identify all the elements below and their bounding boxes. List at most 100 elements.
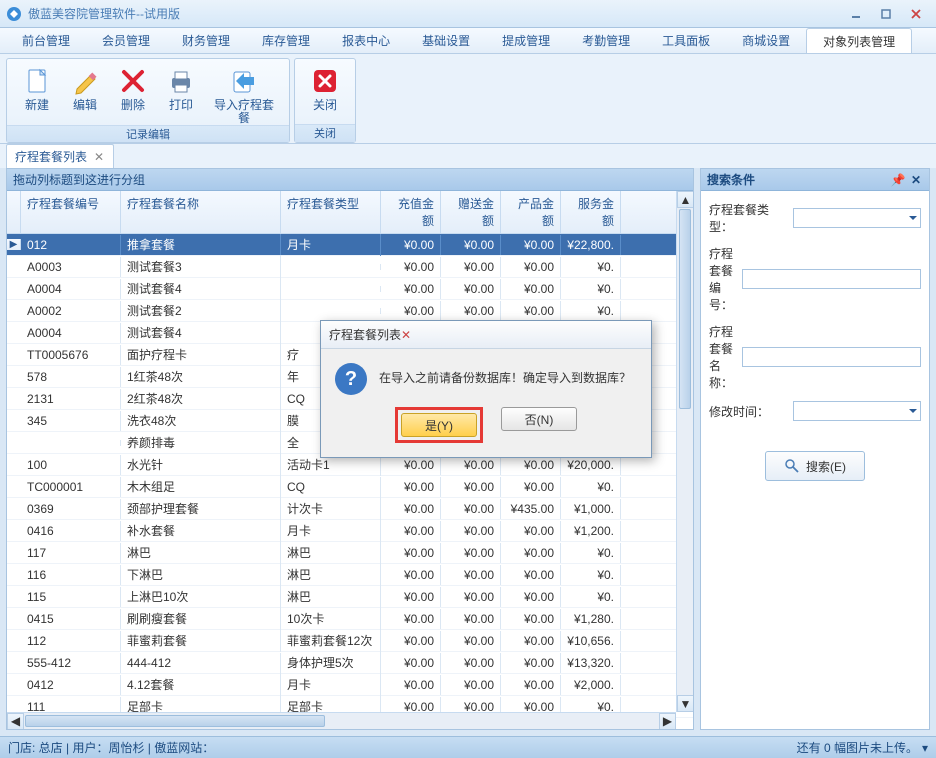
cell-amount: ¥13,320.	[561, 653, 621, 673]
cell-amount: ¥0.00	[501, 477, 561, 497]
cell-amount: ¥22,800.	[561, 235, 621, 255]
cell-name: 水光针	[121, 453, 281, 476]
dialog-titlebar[interactable]: 疗程套餐列表 ✕	[321, 321, 651, 349]
no-button[interactable]: 否(N)	[501, 407, 577, 431]
scroll-down-arrow-icon[interactable]: ▼	[677, 695, 694, 712]
scroll-right-arrow-icon[interactable]: ▶	[659, 713, 676, 730]
ribbon-btn-label: 关闭	[313, 99, 337, 112]
cell-type: 菲蜜莉套餐12次	[281, 629, 381, 652]
menu-item[interactable]: 考勤管理	[566, 28, 646, 53]
cell-type	[281, 264, 381, 270]
menu-item[interactable]: 会员管理	[86, 28, 166, 53]
import-button[interactable]: 导入疗程套餐	[209, 63, 279, 125]
document-tab[interactable]: 疗程套餐列表 ✕	[6, 144, 114, 168]
cell-id: 0369	[21, 499, 121, 519]
pin-icon[interactable]: 📌	[891, 173, 905, 187]
cell-id: 578	[21, 367, 121, 387]
table-row[interactable]: A0004测试套餐4¥0.00¥0.00¥0.00¥0.	[7, 278, 693, 300]
column-header[interactable]: 疗程套餐编号	[21, 191, 121, 233]
menu-item[interactable]: 商城设置	[726, 28, 806, 53]
vertical-scrollbar[interactable]: ▲ ▼	[676, 191, 693, 712]
group-by-hint[interactable]: 拖动列标题到这进行分组	[7, 169, 693, 191]
close-tab-icon[interactable]: ✕	[93, 151, 105, 163]
search-button-label: 搜索(E)	[806, 458, 846, 475]
table-row[interactable]: 555-412444-412身体护理5次¥0.00¥0.00¥0.00¥13,3…	[7, 652, 693, 674]
minimize-button[interactable]	[842, 5, 870, 23]
column-header[interactable]: 疗程套餐名称	[121, 191, 281, 233]
search-button[interactable]: 搜索(E)	[765, 451, 865, 481]
close-window-button[interactable]	[902, 5, 930, 23]
new-button[interactable]: 新建	[17, 63, 57, 125]
package-id-input[interactable]	[742, 269, 921, 289]
menu-item[interactable]: 报表中心	[326, 28, 406, 53]
edit-button[interactable]: 编辑	[65, 63, 105, 125]
ribbon-btn-label: 新建	[25, 99, 49, 112]
table-row[interactable]: 0415刷刷瘦套餐10次卡¥0.00¥0.00¥0.00¥1,280.	[7, 608, 693, 630]
table-row[interactable]: 116下淋巴淋巴¥0.00¥0.00¥0.00¥0.	[7, 564, 693, 586]
cell-id: TC000001	[21, 477, 121, 497]
column-header[interactable]: 产品金额	[501, 191, 561, 233]
table-row[interactable]: 0416补水套餐月卡¥0.00¥0.00¥0.00¥1,200.	[7, 520, 693, 542]
cell-name: 刷刷瘦套餐	[121, 607, 281, 630]
close-button[interactable]: 关闭	[305, 63, 345, 124]
horizontal-scrollbar[interactable]: ◀ ▶	[7, 712, 676, 729]
row-indicator: ▶	[7, 239, 21, 250]
table-row[interactable]: A0002测试套餐2¥0.00¥0.00¥0.00¥0.	[7, 300, 693, 322]
table-row[interactable]: 112菲蜜莉套餐菲蜜莉套餐12次¥0.00¥0.00¥0.00¥10,656.	[7, 630, 693, 652]
table-row[interactable]: A0003测试套餐3¥0.00¥0.00¥0.00¥0.	[7, 256, 693, 278]
menu-item[interactable]: 提成管理	[486, 28, 566, 53]
cell-amount: ¥0.	[561, 257, 621, 277]
search-panel-header: 搜索条件 📌 ✕	[701, 169, 929, 191]
menu-item[interactable]: 财务管理	[166, 28, 246, 53]
table-row[interactable]: 115上淋巴10次淋巴¥0.00¥0.00¥0.00¥0.	[7, 586, 693, 608]
delete-button[interactable]: 删除	[113, 63, 153, 125]
cell-name: 1红茶48次	[121, 365, 281, 388]
status-right: 还有 0 幅图片未上传。	[797, 739, 918, 756]
scroll-left-arrow-icon[interactable]: ◀	[7, 713, 24, 730]
menu-item[interactable]: 工具面板	[646, 28, 726, 53]
scroll-thumb[interactable]	[679, 209, 691, 409]
cell-id: 117	[21, 543, 121, 563]
menu-item[interactable]: 对象列表管理	[806, 28, 912, 53]
new-file-icon	[21, 65, 53, 97]
dialog-close-icon[interactable]: ✕	[401, 328, 411, 342]
cell-amount: ¥0.00	[381, 609, 441, 629]
cell-amount: ¥0.	[561, 279, 621, 299]
cell-amount: ¥10,656.	[561, 631, 621, 651]
yes-button[interactable]: 是(Y)	[401, 413, 477, 437]
column-header[interactable]: 服务金额	[561, 191, 621, 233]
cell-amount: ¥0.00	[441, 235, 501, 255]
scroll-up-arrow-icon[interactable]: ▲	[677, 191, 694, 208]
table-row[interactable]: 04124.12套餐月卡¥0.00¥0.00¥0.00¥2,000.	[7, 674, 693, 696]
ribbon-btn-label: 打印	[169, 99, 193, 112]
table-row[interactable]: TC000001木木组足CQ¥0.00¥0.00¥0.00¥0.	[7, 476, 693, 498]
field-label: 疗程套餐名称：	[709, 323, 736, 391]
menu-item[interactable]: 库存管理	[246, 28, 326, 53]
table-row[interactable]: ▶012推拿套餐月卡¥0.00¥0.00¥0.00¥22,800.	[7, 234, 693, 256]
menu-item[interactable]: 基础设置	[406, 28, 486, 53]
menu-item[interactable]: 前台管理	[6, 28, 86, 53]
cell-name: 淋巴	[121, 541, 281, 564]
table-row[interactable]: 0369颈部护理套餐计次卡¥0.00¥0.00¥435.00¥1,000.	[7, 498, 693, 520]
modify-time-combo[interactable]	[793, 401, 921, 421]
cell-amount: ¥0.00	[501, 587, 561, 607]
table-row[interactable]: 117淋巴淋巴¥0.00¥0.00¥0.00¥0.	[7, 542, 693, 564]
close-panel-icon[interactable]: ✕	[909, 173, 923, 187]
ribbon-btn-label: 编辑	[73, 99, 97, 112]
maximize-button[interactable]	[872, 5, 900, 23]
cell-id: 345	[21, 411, 121, 431]
confirm-dialog: 疗程套餐列表 ✕ ? 在导入之前请备份数据库！确定导入到数据库？ 是(Y) 否(…	[320, 320, 652, 458]
column-header[interactable]: 充值金额	[381, 191, 441, 233]
column-header[interactable]: 疗程套餐类型	[281, 191, 381, 233]
cell-amount: ¥0.00	[501, 609, 561, 629]
column-header[interactable]: 赠送金额	[441, 191, 501, 233]
print-button[interactable]: 打印	[161, 63, 201, 125]
cell-amount: ¥2,000.	[561, 675, 621, 695]
grid-body[interactable]: ▶012推拿套餐月卡¥0.00¥0.00¥0.00¥22,800.A0003测试…	[7, 234, 693, 729]
chevron-down-icon[interactable]: ▾	[922, 741, 928, 755]
package-type-combo[interactable]	[793, 208, 921, 228]
cell-amount: ¥0.00	[441, 653, 501, 673]
scroll-thumb[interactable]	[25, 715, 325, 727]
cell-amount: ¥0.00	[441, 521, 501, 541]
package-name-input[interactable]	[742, 347, 921, 367]
